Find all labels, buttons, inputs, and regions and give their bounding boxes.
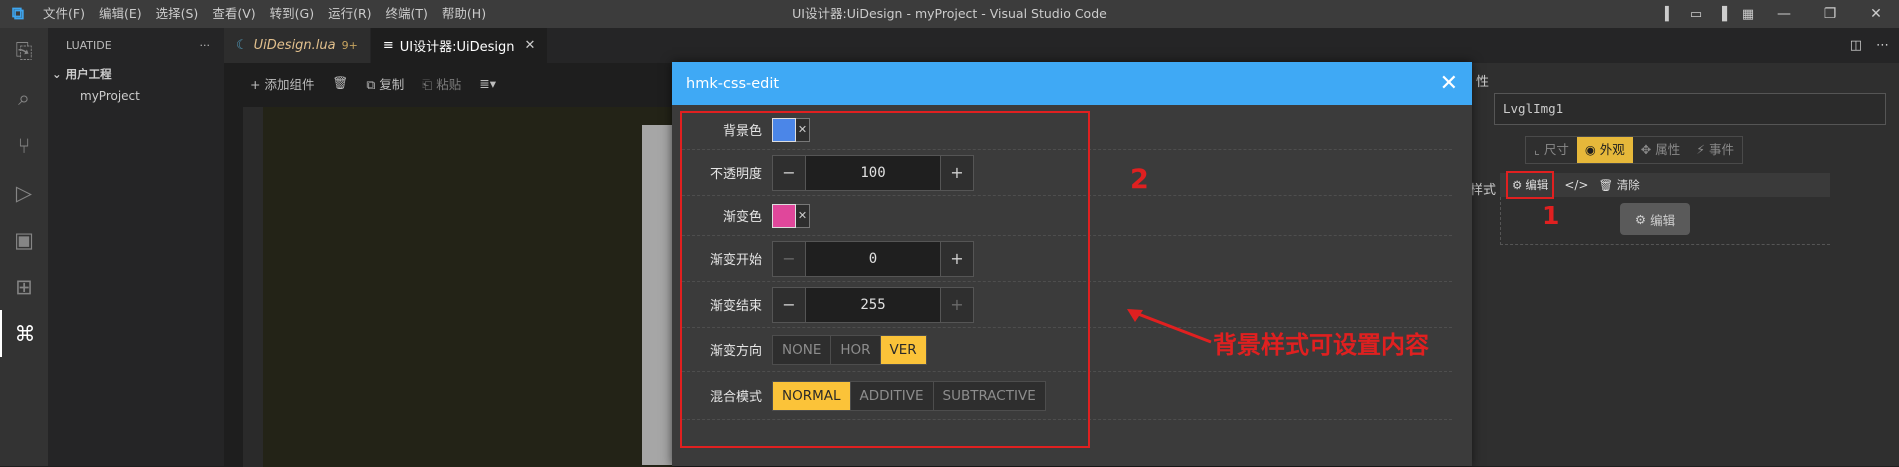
copy-label: 复制	[379, 76, 405, 92]
minimize-button[interactable]: —	[1761, 6, 1807, 22]
tab-events-label: 事件	[1709, 142, 1735, 157]
tree-item-myproject[interactable]: myProject	[48, 85, 224, 107]
title-bar: ⧉ 文件(F) 编辑(E) 选择(S) 查看(V) 转到(G) 运行(R) 终端…	[0, 0, 1899, 28]
designer-toolbar: + 添加组件 🗑 ⧉ 复制 ⎗ 粘贴 ≣▾	[224, 63, 674, 103]
align-icon: ≣▾	[479, 75, 497, 91]
customize-layout-icon[interactable]: ▦	[1735, 7, 1761, 22]
tab-appearance[interactable]: ◉ 外观	[1576, 137, 1633, 163]
property-panel: 性 LvglImg1 ⌞ 尺寸 ◉ 外观 ✥ 属性 ⚡ 事件 样式 ⚙ 编辑 <…	[1470, 63, 1899, 466]
menu-file[interactable]: 文件(F)	[36, 0, 92, 28]
menu-view[interactable]: 查看(V)	[205, 0, 262, 28]
run-debug-icon[interactable]: ▷	[0, 169, 48, 216]
canvas-screen[interactable]	[642, 125, 674, 465]
tab-appearance-label: 外观	[1599, 142, 1625, 157]
menu-bar: 文件(F) 编辑(E) 选择(S) 查看(V) 转到(G) 运行(R) 终端(T…	[36, 0, 493, 28]
add-component-button[interactable]: + 添加组件	[250, 74, 314, 93]
window-controls: ▍ ▭ ▐ ▦ — ❐ ✕	[1657, 0, 1899, 28]
chevron-down-icon: ⌄	[52, 67, 62, 81]
vscode-logo-icon: ⧉	[11, 4, 25, 24]
tab-attributes[interactable]: ✥ 属性	[1633, 137, 1688, 163]
trash-icon: 🗑	[332, 75, 349, 90]
sidebar: LUATIDE ··· ⌄ 用户工程 myProject	[48, 28, 224, 466]
menu-help[interactable]: 帮助(H)	[435, 0, 493, 28]
edit-button[interactable]: ⚙ 编辑	[1620, 203, 1690, 235]
sidebar-header: LUATIDE ···	[48, 28, 224, 63]
paste-label: 粘贴	[436, 76, 462, 92]
tab-events[interactable]: ⚡ 事件	[1688, 137, 1742, 163]
edit-style-label: 编辑	[1525, 178, 1549, 192]
lua-file-icon: ☾	[236, 38, 248, 53]
close-tab-icon[interactable]: ✕	[525, 38, 536, 53]
add-component-label: 添加组件	[264, 76, 315, 92]
paint-icon: ⚙	[1634, 211, 1647, 227]
more-actions-icon[interactable]: ⋯	[1876, 38, 1889, 53]
tab-label: UI设计器:UiDesign	[399, 40, 515, 55]
tab-label: UiDesign.lua	[253, 38, 336, 53]
canvas-ruler	[243, 107, 263, 467]
annotation-text: 背景样式可设置内容	[1213, 331, 1429, 359]
align-menu-button[interactable]: ≣▾	[479, 76, 496, 91]
copy-icon: ⧉	[366, 76, 376, 92]
paste-icon: ⎗	[422, 76, 433, 92]
edit-style-button[interactable]: ⚙ 编辑	[1506, 171, 1555, 199]
copy-button[interactable]: ⧉ 复制	[366, 74, 404, 93]
component-name-field[interactable]: LvglImg1	[1494, 93, 1886, 125]
menu-terminal[interactable]: 终端(T)	[379, 0, 435, 28]
sidebar-title: LUATIDE	[66, 39, 112, 52]
close-window-button[interactable]: ✕	[1853, 6, 1899, 22]
problems-badge: 9+	[341, 39, 358, 52]
preview-file-icon: ≡	[382, 38, 394, 53]
dialog-title: hmk-css-edit	[686, 75, 780, 92]
editor-tabs: ☾ UiDesign.lua 9+ ≡ UI设计器:UiDesign ✕ ◫ ⋯	[224, 28, 1899, 63]
menu-edit[interactable]: 编辑(E)	[92, 0, 149, 28]
style-label: 样式	[1470, 183, 1497, 198]
annotation-arrow	[1127, 309, 1212, 344]
property-tabs: ⌞ 尺寸 ◉ 外观 ✥ 属性 ⚡ 事件	[1525, 136, 1744, 164]
toggle-secondary-sidebar-icon[interactable]: ▐	[1709, 7, 1735, 22]
activity-bar: ⎘ ⌕ ⑂ ▷ ▣ ⊞ ⌘	[0, 28, 48, 466]
split-editor-icon[interactable]: ◫	[1850, 38, 1862, 53]
folder-label: 用户工程	[65, 67, 112, 81]
paint-icon: ⚙	[1512, 178, 1523, 192]
dialog-header: hmk-css-edit ✕	[672, 62, 1472, 105]
tab-ui-designer[interactable]: ≡ UI设计器:UiDesign ✕	[370, 28, 549, 63]
tab-uidesign-lua[interactable]: ☾ UiDesign.lua 9+	[224, 28, 371, 63]
maximize-button[interactable]: ❐	[1807, 6, 1853, 22]
explorer-icon[interactable]: ⎘	[0, 28, 48, 75]
annotation-highlight-box	[680, 111, 1090, 448]
tab-size-label: 尺寸	[1543, 142, 1569, 157]
editor-actions: ◫ ⋯	[1850, 28, 1889, 63]
close-dialog-button[interactable]: ✕	[1440, 72, 1458, 95]
menu-selection[interactable]: 选择(S)	[149, 0, 206, 28]
tab-attributes-label: 属性	[1655, 142, 1681, 157]
remote-explorer-icon[interactable]: ▣	[0, 216, 48, 263]
code-icon[interactable]: </>	[1564, 178, 1588, 192]
plus-icon: +	[250, 76, 261, 92]
tree-folder-user-project[interactable]: ⌄ 用户工程	[48, 63, 224, 85]
source-control-icon[interactable]: ⑂	[0, 122, 48, 169]
css-edit-dialog: hmk-css-edit ✕ 背景色 ✕ 不透明度 − 100 + 渐变色 ✕ …	[672, 62, 1472, 466]
menu-run[interactable]: 运行(R)	[321, 0, 378, 28]
menu-go[interactable]: 转到(G)	[263, 0, 321, 28]
clear-style-label: 清除	[1616, 178, 1640, 192]
design-canvas[interactable]	[244, 107, 674, 467]
chip-icon[interactable]: ⌘	[0, 310, 48, 357]
panel-header: 性	[1476, 75, 1490, 90]
extensions-icon[interactable]: ⊞	[0, 263, 48, 310]
toggle-sidebar-icon[interactable]: ▍	[1657, 7, 1683, 22]
annotation-marker-1: 1	[1542, 201, 1560, 230]
toggle-panel-icon[interactable]: ▭	[1683, 7, 1709, 22]
paste-button[interactable]: ⎗ 粘贴	[422, 74, 461, 93]
edit-button-label: 编辑	[1650, 212, 1676, 228]
annotation-marker-2: 2	[1130, 164, 1149, 195]
style-toolbar: ⚙ 编辑 </> 🗑 清除	[1500, 171, 1830, 199]
more-actions-icon[interactable]: ···	[200, 39, 211, 52]
tab-size[interactable]: ⌞ 尺寸	[1526, 137, 1577, 163]
clear-style-button[interactable]: 🗑 清除	[1598, 177, 1639, 193]
delete-button[interactable]: 🗑	[332, 75, 348, 91]
search-icon[interactable]: ⌕	[0, 75, 48, 122]
